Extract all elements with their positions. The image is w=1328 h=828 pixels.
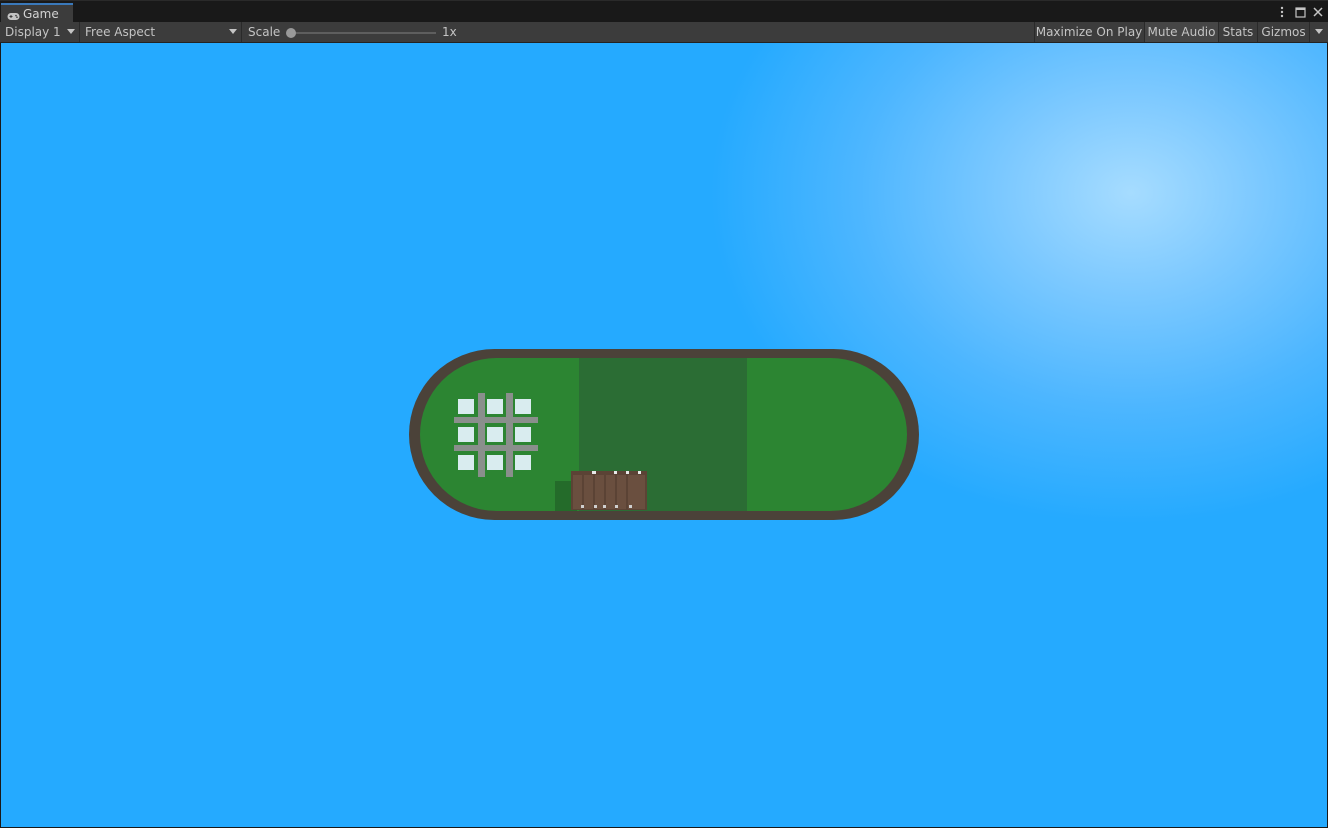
- display-dropdown[interactable]: Display 1: [0, 22, 80, 42]
- scale-label: Scale: [248, 25, 281, 39]
- game-scene: [409, 349, 919, 520]
- gizmos-dropdown[interactable]: [1309, 22, 1328, 42]
- editor-tab-bar: Game: [0, 0, 1328, 23]
- chevron-down-icon: [229, 29, 237, 34]
- wooden-fence: [571, 471, 647, 510]
- building-grid: [454, 393, 538, 477]
- aspect-dropdown[interactable]: Free Aspect: [80, 22, 242, 42]
- game-viewport[interactable]: [1, 43, 1327, 827]
- stats-label: Stats: [1222, 25, 1254, 39]
- chevron-down-icon: [1315, 29, 1323, 34]
- maximize-icon[interactable]: [1294, 4, 1306, 20]
- maximize-on-play-label: Maximize On Play: [1035, 25, 1143, 39]
- mute-audio-label: Mute Audio: [1147, 25, 1216, 39]
- game-view-toolbar: Display 1 Free Aspect Scale 1x Maximize …: [0, 22, 1328, 43]
- stats-button[interactable]: Stats: [1218, 22, 1257, 42]
- gizmos-button[interactable]: Gizmos: [1257, 22, 1309, 42]
- window-controls: [1276, 3, 1324, 21]
- chevron-down-icon: [67, 29, 75, 34]
- more-options-icon[interactable]: [1276, 4, 1288, 20]
- display-label: Display 1: [5, 25, 61, 39]
- gamepad-icon: [7, 10, 20, 20]
- mute-audio-button[interactable]: Mute Audio: [1144, 22, 1218, 42]
- maximize-on-play-button[interactable]: Maximize On Play: [1034, 22, 1143, 42]
- scale-value: 1x: [442, 25, 457, 39]
- scale-slider-track[interactable]: [290, 32, 436, 34]
- close-icon[interactable]: [1312, 4, 1324, 20]
- tab-label: Game: [23, 7, 59, 21]
- scale-slider-handle[interactable]: [286, 28, 296, 38]
- gizmos-label: Gizmos: [1261, 25, 1306, 39]
- tab-game[interactable]: Game: [1, 3, 73, 23]
- aspect-label: Free Aspect: [85, 25, 156, 39]
